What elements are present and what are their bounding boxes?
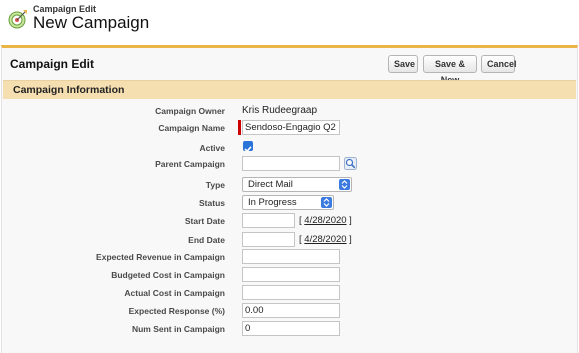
num-sent-label: Num Sent in Campaign: [131, 324, 225, 334]
field-row-start-date: Start Date [ 4/28/2020 ]: [2, 213, 577, 231]
panel-title: Campaign Edit: [10, 57, 95, 71]
page-title: New Campaign: [33, 13, 150, 32]
end-date-label: End Date: [188, 235, 225, 245]
campaign-name-input[interactable]: Sendoso-Engagio Q2 20: [242, 120, 340, 135]
field-row-end-date: End Date [ 4/28/2020 ]: [2, 232, 577, 250]
lookup-magnifier-icon[interactable]: [344, 157, 357, 170]
field-row-parent: Parent Campaign: [2, 156, 577, 174]
field-row-expected-response: Expected Response (%) 0.00: [2, 303, 577, 321]
save-new-button[interactable]: Save & New: [423, 55, 477, 85]
budgeted-cost-label: Budgeted Cost in Campaign: [111, 270, 225, 280]
start-date-label: Start Date: [184, 216, 225, 226]
end-date-today-link[interactable]: [ 4/28/2020 ]: [299, 234, 352, 245]
field-row-budgeted-cost: Budgeted Cost in Campaign: [2, 267, 577, 285]
select-arrows-icon: [339, 179, 350, 190]
status-select[interactable]: In Progress: [242, 195, 334, 210]
field-row-expected-revenue: Expected Revenue in Campaign: [2, 249, 577, 267]
parent-label: Parent Campaign: [155, 159, 225, 169]
campaign-edit-panel: Campaign Edit Save Save & New Cancel Cam…: [1, 45, 578, 353]
save-button[interactable]: Save: [388, 55, 418, 73]
expected-revenue-input[interactable]: [242, 249, 340, 264]
field-row-num-sent: Num Sent in Campaign 0: [2, 321, 577, 339]
start-date-today[interactable]: 4/28/2020: [304, 215, 346, 226]
required-indicator: [238, 120, 241, 135]
end-date-today[interactable]: 4/28/2020: [304, 234, 346, 245]
budgeted-cost-input[interactable]: [242, 267, 340, 282]
type-select[interactable]: Direct Mail: [242, 177, 352, 192]
start-date-input[interactable]: [242, 213, 295, 228]
page-header: Campaign Edit New Campaign: [0, 0, 579, 40]
active-label: Active: [199, 143, 225, 153]
parent-campaign-input[interactable]: [242, 156, 340, 171]
select-arrows-icon: [321, 197, 332, 208]
expected-revenue-label: Expected Revenue in Campaign: [96, 252, 225, 262]
type-label: Type: [205, 180, 225, 190]
name-label: Campaign Name: [158, 123, 225, 133]
section-title: Campaign Information: [13, 84, 125, 96]
status-select-value: In Progress: [248, 197, 297, 208]
cancel-button[interactable]: Cancel: [481, 55, 517, 73]
checkmark-icon: [244, 146, 252, 153]
expected-response-input[interactable]: 0.00: [242, 303, 340, 318]
expected-response-label: Expected Response (%): [128, 306, 225, 316]
num-sent-input[interactable]: 0: [242, 321, 340, 336]
field-row-actual-cost: Actual Cost in Campaign: [2, 285, 577, 303]
campaign-logo-icon: [8, 10, 27, 29]
panel-header: Campaign Edit Save Save & New Cancel: [2, 48, 577, 85]
actual-cost-input[interactable]: [242, 285, 340, 300]
section-header: Campaign Information: [3, 80, 576, 99]
start-date-today-link[interactable]: [ 4/28/2020 ]: [299, 215, 352, 226]
status-label: Status: [199, 198, 225, 208]
field-row-owner: Campaign Owner Kris Rudeegraap: [2, 103, 577, 121]
owner-label: Campaign Owner: [155, 106, 225, 116]
type-select-value: Direct Mail: [248, 179, 293, 190]
end-date-input[interactable]: [242, 232, 295, 247]
field-row-type: Type Direct Mail: [2, 177, 577, 195]
actual-cost-label: Actual Cost in Campaign: [124, 288, 225, 298]
field-row-status: Status In Progress: [2, 195, 577, 213]
owner-value: Kris Rudeegraap: [242, 105, 318, 116]
campaign-edit-page: Campaign Edit New Campaign Campaign Edit…: [0, 0, 579, 353]
field-row-name: Campaign Name Sendoso-Engagio Q2 20: [2, 120, 577, 138]
active-checkbox[interactable]: [243, 141, 253, 153]
